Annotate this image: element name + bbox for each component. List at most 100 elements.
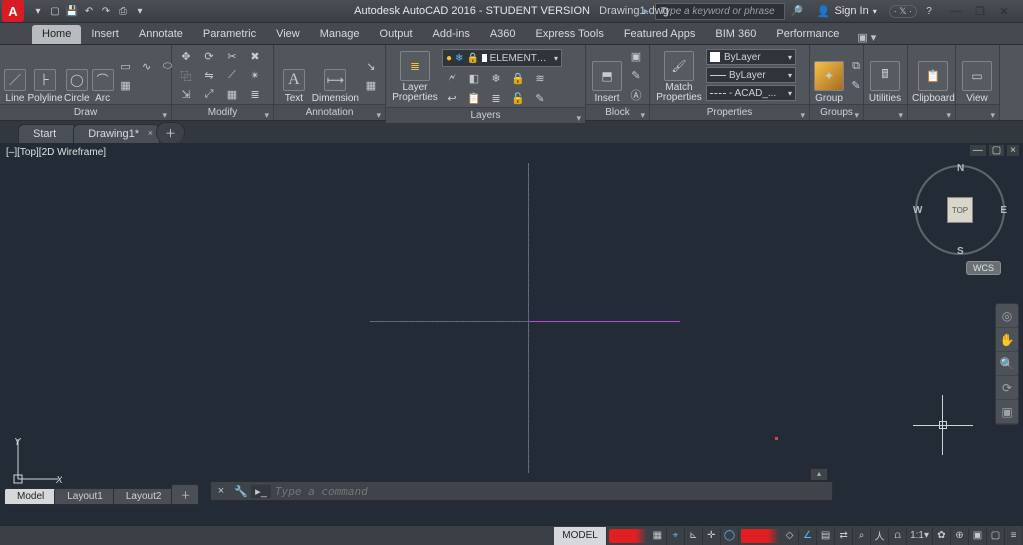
nav-wheel-icon[interactable]: ◎ <box>996 304 1018 328</box>
compass-s[interactable]: S <box>957 246 964 257</box>
panel-groups-title[interactable]: Groups▾ <box>810 104 863 120</box>
view-button[interactable]: ▭View <box>960 48 994 104</box>
status-annovis-icon[interactable]: ⩍ <box>889 527 907 545</box>
tab-output[interactable]: Output <box>370 25 423 44</box>
layer-iso-icon[interactable]: ◧ <box>464 69 484 87</box>
nav-zoom-icon[interactable]: 🔍 <box>996 352 1018 376</box>
layer-properties-button[interactable]: ≣LayerProperties <box>390 47 440 103</box>
fillet-icon[interactable]: ⟋ <box>222 67 242 85</box>
layer-freeze-icon[interactable]: ❄ <box>486 69 506 87</box>
close-tab-icon[interactable]: × <box>148 128 153 138</box>
file-tab-drawing[interactable]: Drawing1*× <box>73 124 160 143</box>
status-cleanscreen-icon[interactable]: ▢ <box>987 527 1005 545</box>
panel-block-title[interactable]: Block▾ <box>586 104 649 120</box>
layer-state-icon[interactable]: 📋 <box>464 89 484 107</box>
leader-icon[interactable]: ↘ <box>361 57 381 75</box>
app-menu-button[interactable]: A <box>2 0 24 22</box>
rotate-icon[interactable]: ⟳ <box>199 48 219 66</box>
copy-icon[interactable]: ⿻ <box>176 67 196 85</box>
layer-lock-icon[interactable]: 🔒 <box>508 69 528 87</box>
tab-insert[interactable]: Insert <box>81 25 129 44</box>
panel-annotation-title[interactable]: Annotation▾ <box>274 104 385 120</box>
utilities-button[interactable]: 🖩Utilities <box>868 48 902 104</box>
panel-view-title[interactable]: ▾ <box>956 104 999 120</box>
edit-block-icon[interactable]: ✎ <box>626 67 646 85</box>
search-input[interactable]: Type a keyword or phrase <box>655 3 785 20</box>
exchange-icon[interactable]: · 𝕏 · <box>889 5 917 18</box>
model-tab[interactable]: Model <box>4 488 57 505</box>
scale-icon[interactable]: ⤢ <box>199 86 219 104</box>
circle-button[interactable]: ◯Circle <box>64 48 90 104</box>
sign-in-button[interactable]: 👤 Sign In ▾ <box>809 5 885 18</box>
layer-make-icon[interactable]: ✎ <box>530 89 550 107</box>
status-transparency-icon[interactable]: ▤ <box>817 527 835 545</box>
stretch-icon[interactable]: ⇲ <box>176 86 196 104</box>
tab-performance[interactable]: Performance <box>766 25 849 44</box>
status-annoscale-icon[interactable]: ⌕ <box>853 527 871 545</box>
panel-properties-title[interactable]: Properties▾ <box>650 104 809 120</box>
tab-express[interactable]: Express Tools <box>526 25 614 44</box>
command-input[interactable] <box>271 485 832 498</box>
clipboard-button[interactable]: 📋Clipboard <box>912 48 955 104</box>
file-tab-new[interactable]: ＋ <box>156 122 185 143</box>
viewport-close-icon[interactable]: × <box>1007 145 1019 156</box>
layout2-tab[interactable]: Layout2 <box>113 488 175 505</box>
polyline-button[interactable]: ⺊Polyline <box>28 48 62 104</box>
qat-open-icon[interactable]: ▢ <box>47 3 63 19</box>
minimize-button[interactable]: — <box>949 4 963 18</box>
tab-home[interactable]: Home <box>32 25 81 44</box>
qat-undo-icon[interactable]: ↶ <box>81 3 97 19</box>
status-lwt-icon[interactable]: ∠ <box>799 527 817 545</box>
wcs-button[interactable]: WCS <box>966 261 1001 275</box>
array-icon[interactable]: ▦ <box>222 86 242 104</box>
group-edit-icon[interactable]: ✎ <box>846 76 866 94</box>
compass-e[interactable]: E <box>1000 205 1007 216</box>
tab-bim360[interactable]: BIM 360 <box>705 25 766 44</box>
tab-manage[interactable]: Manage <box>310 25 370 44</box>
panel-draw-title[interactable]: Draw▾ <box>0 104 171 120</box>
status-isolate-icon[interactable]: ▣ <box>969 527 987 545</box>
layer-walk-icon[interactable]: ≣ <box>486 89 506 107</box>
text-button[interactable]: AText <box>278 48 310 104</box>
layer-combo[interactable]: ● ❄ 🔒 ELEMENTO EM VIST... ▾ <box>442 49 562 67</box>
panel-utilities-title[interactable]: ▾ <box>864 104 907 120</box>
move-icon[interactable]: ✥ <box>176 48 196 66</box>
file-tab-start[interactable]: Start <box>18 124 77 143</box>
panel-clipboard-title[interactable]: ▾ <box>908 104 955 120</box>
status-snap-icon[interactable]: ⌖ <box>667 527 685 545</box>
create-block-icon[interactable]: ▣ <box>626 48 646 66</box>
compass-w[interactable]: W <box>913 205 922 216</box>
search-go-icon[interactable]: 🔎 <box>789 3 805 19</box>
compass-n[interactable]: N <box>957 163 964 174</box>
table-icon[interactable]: ▦ <box>361 76 381 94</box>
erase-icon[interactable]: ✖ <box>245 48 265 66</box>
status-model-button[interactable]: MODEL <box>554 527 607 545</box>
view-cube[interactable]: TOP N S E W <box>915 165 1005 255</box>
cmd-close-icon[interactable]: × <box>211 485 231 497</box>
status-cycling-icon[interactable]: ⇄ <box>835 527 853 545</box>
viewport-maximize-icon[interactable]: ▢ <box>989 145 1004 156</box>
cmd-history-icon[interactable]: ▴ <box>810 468 828 480</box>
restore-button[interactable]: ❐ <box>973 4 987 18</box>
layout1-tab[interactable]: Layout1 <box>54 488 116 505</box>
status-customize-icon[interactable]: ≡ <box>1005 527 1023 545</box>
cmd-customize-icon[interactable]: 🔧 <box>231 485 251 498</box>
status-polar-icon[interactable]: ✛ <box>703 527 721 545</box>
group-button[interactable]: ✦Group <box>814 48 844 104</box>
status-hardware-icon[interactable]: ⊕ <box>951 527 969 545</box>
tab-featured[interactable]: Featured Apps <box>614 25 706 44</box>
qat-new-icon[interactable]: ▾ <box>30 3 46 19</box>
mirror-icon[interactable]: ⇋ <box>199 67 219 85</box>
status-annomonitor-icon[interactable]: 人 <box>871 527 889 545</box>
tab-addins[interactable]: Add-ins <box>423 25 480 44</box>
tab-a360[interactable]: A360 <box>480 25 526 44</box>
nav-showmotion-icon[interactable]: ▣ <box>996 400 1018 424</box>
drawing-area[interactable]: [–][Top][2D Wireframe] — ▢ × TOP N S E W… <box>0 143 1023 525</box>
rectangle-icon[interactable]: ▭ <box>116 57 136 75</box>
dimension-button[interactable]: ⟼Dimension <box>312 48 359 104</box>
lineweight-combo[interactable]: ByLayer▾ <box>706 67 796 83</box>
status-workspace-icon[interactable]: ✿ <box>933 527 951 545</box>
layer-unlock-icon[interactable]: 🔓 <box>508 89 528 107</box>
layer-prev-icon[interactable]: ↩ <box>442 89 462 107</box>
nav-pan-icon[interactable]: ✋ <box>996 328 1018 352</box>
